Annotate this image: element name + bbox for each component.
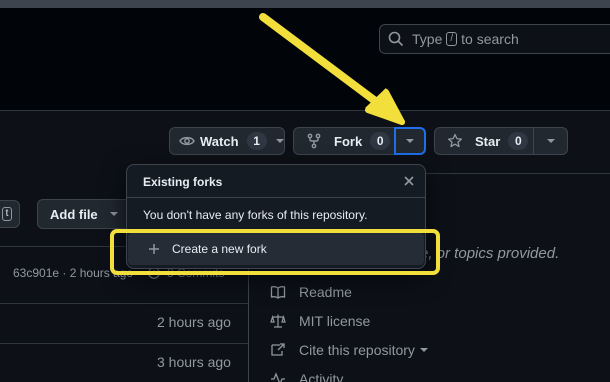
add-file-label: Add file [50,206,98,222]
no-forks-message: You don't have any forks of this reposit… [143,208,368,222]
cite-icon [271,343,285,356]
file-row-divider [0,343,248,344]
readme-label: Readme [299,284,352,300]
header-border [0,110,610,111]
eye-icon [179,136,195,146]
window-top-strip [0,0,610,8]
watch-button[interactable]: Watch 1 [169,127,285,155]
fork-label: Fork [334,133,363,149]
watch-label: Watch [200,133,239,149]
search-input[interactable]: Type / to search [379,24,610,54]
chevron-down-icon [275,139,284,143]
search-shortcut-key: / [446,32,458,46]
star-lists-toggle[interactable] [533,127,568,155]
fork-menu-divider [127,197,425,198]
book-icon [270,286,286,299]
file-row-divider [0,303,248,304]
fork-menu-title: Existing forks [143,175,223,189]
go-to-file-shortcut[interactable]: t [0,200,20,228]
fork-dropdown-toggle[interactable] [394,127,426,155]
fork-button[interactable]: Fork 0 [293,127,395,155]
star-icon [447,133,463,148]
license-label: MIT license [299,313,371,329]
license-link[interactable]: MIT license [270,313,370,329]
law-icon [270,314,286,328]
search-suffix: to search [461,31,519,47]
row-time: 3 hours ago [157,354,231,370]
star-button[interactable]: Star 0 [434,127,534,155]
close-icon[interactable] [403,175,415,187]
repo-forked-icon [307,133,321,149]
fork-count: 0 [370,132,391,150]
chevron-down-icon [406,139,414,143]
chevron-down-icon [546,139,555,143]
cite-label: Cite this repository [299,342,415,358]
pulse-icon [271,372,285,382]
chevron-down-icon [419,348,428,352]
chevron-down-icon [109,212,118,216]
activity-link[interactable]: Activity [270,371,343,382]
cite-repository-link[interactable]: Cite this repository [270,342,428,358]
repo-header-divider [426,173,610,174]
highlight-box [110,229,440,275]
search-prefix: Type [412,31,443,47]
star-label: Star [475,133,501,149]
activity-label: Activity [299,371,344,382]
readme-link[interactable]: Readme [270,284,352,300]
star-count: 0 [508,132,529,150]
row-time: 2 hours ago [157,314,231,330]
add-file-button[interactable]: Add file [37,199,137,229]
search-icon [388,31,404,47]
about-description: e, or topics provided. [420,245,560,262]
watch-count: 1 [246,132,267,150]
